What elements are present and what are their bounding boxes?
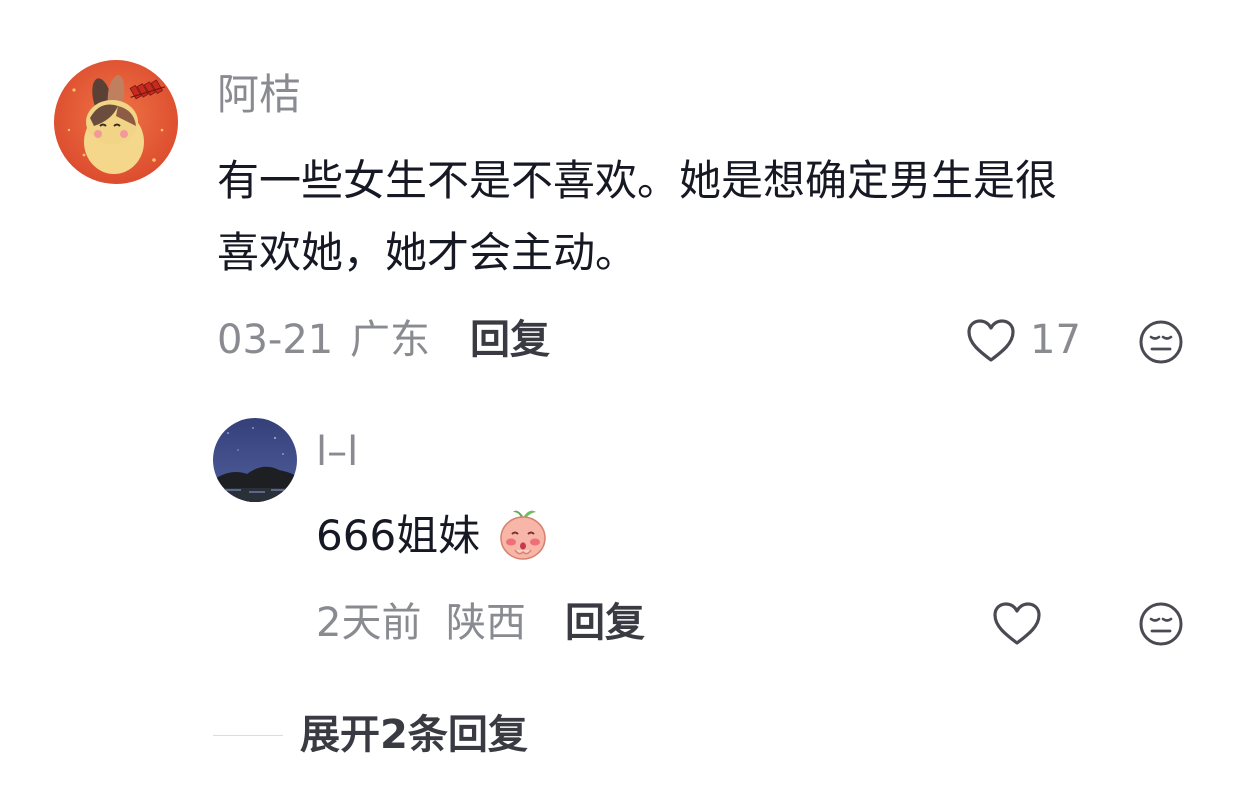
peach-blushing-emoji [495, 506, 551, 562]
rabbit-avatar-image [54, 60, 178, 184]
heart-outline-icon[interactable] [991, 600, 1043, 648]
comment-text: 有一些女生不是不喜欢。她是想确定男生是很 喜欢她，她才会主动。 [217, 156, 1058, 277]
expand-divider [213, 735, 283, 736]
reply-avatar[interactable] [213, 418, 297, 502]
reply-username[interactable]: l–l [316, 428, 358, 476]
expand-replies-button[interactable]: 展开2条回复 [300, 710, 528, 760]
reply-text: 666姐妹 [316, 511, 481, 560]
heart-outline-icon[interactable] [965, 317, 1017, 365]
dislike-face-icon[interactable] [1137, 318, 1185, 366]
comment-username[interactable]: 阿桔 [217, 70, 301, 120]
comment-location: 广东 [350, 317, 430, 363]
dislike-face-icon[interactable] [1137, 600, 1185, 648]
comment-avatar[interactable] [54, 60, 178, 184]
comment-like-count: 17 [1030, 317, 1081, 363]
night-landscape-avatar-image [213, 418, 297, 502]
reply-location: 陕西 [446, 600, 526, 646]
reply-reply-button[interactable]: 回复 [565, 599, 645, 647]
reply-date: 2天前 [316, 600, 422, 646]
comment-date: 03-21 [217, 317, 334, 363]
comment-reply-button[interactable]: 回复 [470, 316, 550, 364]
